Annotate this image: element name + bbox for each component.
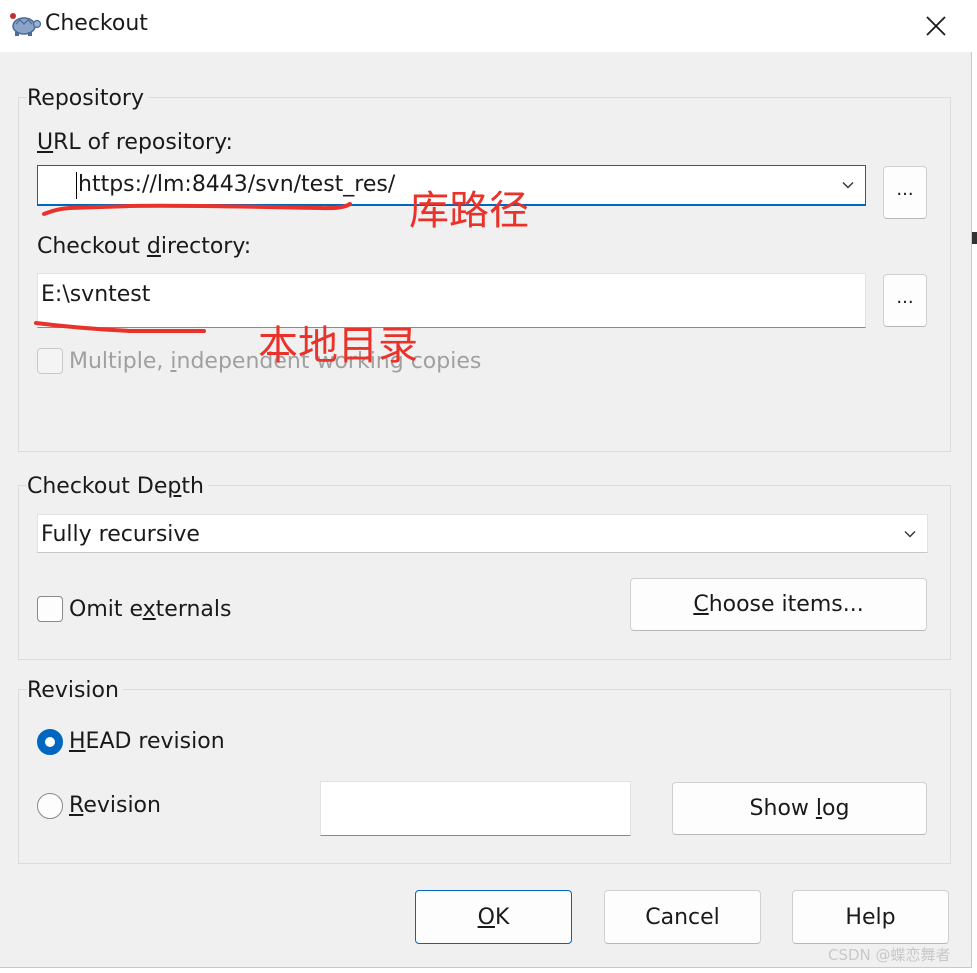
- revision-group-label: Revision: [27, 678, 123, 703]
- url-browse-button[interactable]: ...: [883, 166, 927, 219]
- window-title: Checkout: [45, 11, 148, 36]
- revision-group: [18, 689, 951, 864]
- chevron-down-icon: [904, 531, 916, 538]
- chevron-down-icon: [842, 182, 854, 189]
- omit-externals-checkbox[interactable]: [37, 596, 63, 622]
- url-value: https://lm:8443/svn/test_res/: [78, 172, 396, 197]
- checkout-directory-value: E:\svntest: [41, 282, 151, 307]
- depth-select[interactable]: Fully recursive: [37, 514, 928, 553]
- checkout-dialog: Checkout Repository URL of repository: h…: [0, 0, 972, 968]
- revision-input[interactable]: [320, 781, 631, 836]
- head-revision-radio[interactable]: [37, 729, 63, 755]
- close-button[interactable]: [900, 0, 972, 52]
- help-button[interactable]: Help: [792, 890, 949, 944]
- tortoise-icon: [10, 13, 42, 36]
- show-log-button[interactable]: Show log: [672, 782, 927, 835]
- repository-group-label: Repository: [27, 86, 148, 111]
- watermark: CSDN @蝶恋舞者: [828, 946, 951, 964]
- window-edge-mark: [972, 232, 977, 244]
- cancel-button[interactable]: Cancel: [604, 890, 761, 944]
- omit-externals-label: Omit externals: [69, 597, 232, 622]
- text-caret: [76, 172, 77, 199]
- title-bar: Checkout: [0, 0, 972, 52]
- directory-browse-button[interactable]: ...: [883, 274, 927, 327]
- ok-button[interactable]: OK: [415, 890, 572, 944]
- depth-selected-value: Fully recursive: [41, 522, 200, 547]
- revision-radio[interactable]: [37, 793, 63, 819]
- revision-label: Revision: [69, 793, 161, 818]
- choose-items-button[interactable]: Choose items...: [630, 578, 927, 631]
- checkout-directory-input[interactable]: E:\svntest: [37, 273, 866, 328]
- multiple-working-copies-checkbox[interactable]: [37, 348, 63, 374]
- url-label: URL of repository:: [37, 130, 233, 155]
- annotation-local-dir: 本地目录: [258, 323, 418, 369]
- checkout-depth-group: [18, 485, 951, 660]
- checkout-depth-group-label: Checkout Depth: [27, 474, 208, 499]
- head-revision-label: HEAD revision: [69, 729, 225, 754]
- close-icon: [926, 16, 946, 36]
- annotation-repo-path: 库路径: [409, 188, 529, 234]
- checkout-directory-label: Checkout directory:: [37, 234, 252, 259]
